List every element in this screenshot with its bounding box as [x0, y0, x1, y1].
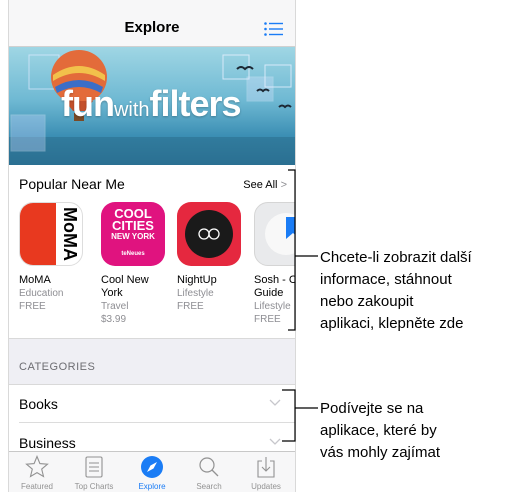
- list-icon: [85, 456, 103, 478]
- star-icon: [25, 455, 49, 478]
- app-card-cool-new-york[interactable]: COOL CITIES NEW YORK teNeues Cool New Yo…: [101, 202, 167, 326]
- app-category: Travel: [101, 301, 129, 312]
- tab-updates[interactable]: Updates: [238, 455, 294, 491]
- category-row-books[interactable]: Books: [19, 384, 295, 423]
- see-all-link[interactable]: See All >: [243, 179, 287, 191]
- tab-featured[interactable]: Featured: [9, 455, 65, 491]
- tab-top-charts[interactable]: Top Charts: [66, 455, 122, 491]
- featured-banner[interactable]: funwithfilters: [9, 47, 295, 165]
- app-card-nightup[interactable]: NightUp Lifestyle FREE: [177, 202, 243, 313]
- navigation-bar: Explore: [9, 0, 295, 47]
- app-card-moma[interactable]: MoMA MoMA Education FREE: [19, 202, 85, 313]
- moma-app-icon: MoMA: [19, 202, 83, 266]
- callout-text-categories: Podívejte se na aplikace, které by vás m…: [320, 400, 441, 461]
- app-price: FREE: [19, 301, 46, 312]
- app-name: Cool New York: [101, 274, 149, 299]
- popular-section-heading: Popular Near Me: [19, 176, 125, 192]
- tab-bar: Featured Top Charts Explore Search Updat…: [9, 451, 295, 492]
- tab-explore[interactable]: Explore: [124, 455, 180, 491]
- nightup-app-icon: [177, 202, 241, 266]
- download-icon: [257, 457, 275, 478]
- category-label: Business: [19, 435, 76, 451]
- list-icon[interactable]: [264, 22, 283, 36]
- cool-cities-app-icon: COOL CITIES NEW YORK teNeues: [101, 202, 165, 266]
- tab-search[interactable]: Search: [181, 455, 237, 491]
- category-label: Books: [19, 396, 58, 412]
- callout-text-apps: Chcete-li zobrazit další informace, stáh…: [320, 249, 472, 332]
- compass-icon: [141, 456, 163, 478]
- app-price: $3.99: [101, 314, 127, 325]
- categories-label: CATEGORIES: [19, 361, 96, 373]
- app-name: MoMA: [19, 274, 51, 286]
- app-name: NightUp: [177, 274, 217, 286]
- app-price: FREE: [177, 301, 204, 312]
- app-category: Education: [19, 288, 64, 299]
- phone-screen: Explore funwithfilters Popular Near Me S…: [8, 0, 296, 492]
- page-title: Explore: [124, 19, 180, 36]
- banner-title: funwithfilters: [61, 83, 242, 124]
- app-category: Lifestyle: [177, 288, 214, 299]
- callout-bracket-apps: [288, 169, 318, 331]
- search-icon: [199, 457, 219, 477]
- callout-bracket-categories: [282, 389, 318, 442]
